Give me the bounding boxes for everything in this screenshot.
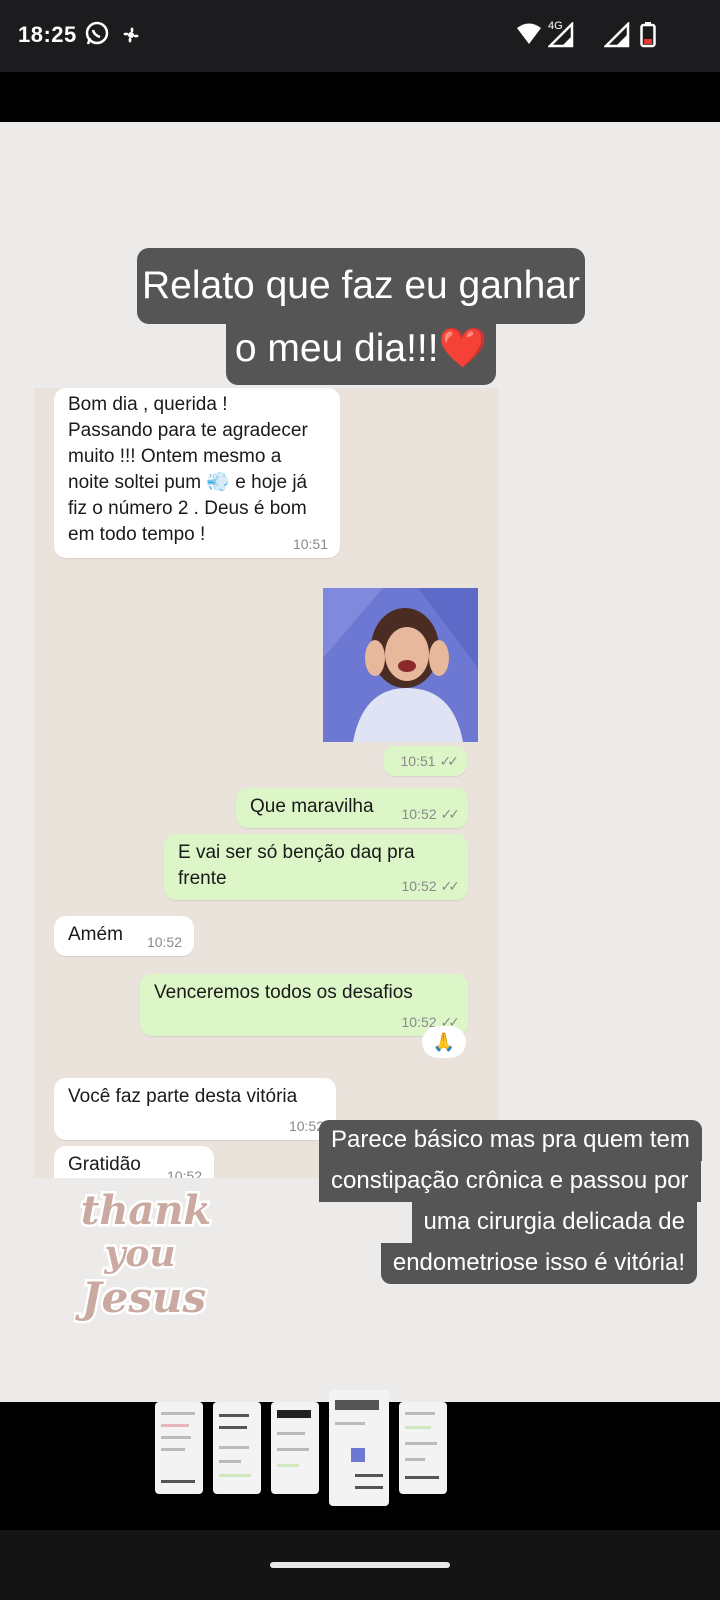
caption-title-line1: Relato que faz eu ganhar (137, 248, 585, 324)
message-text: Você faz parte desta vitória (68, 1086, 298, 1107)
top-band (0, 72, 720, 122)
caption-title-line2: o meu dia!!!❤️ (226, 315, 496, 385)
story-thumbnail[interactable] (213, 1402, 261, 1494)
message-bubble-incoming: Amém 10:52 (54, 916, 194, 956)
message-bubble-outgoing: E vai ser só benção daq pra frente 10:52… (164, 834, 468, 900)
sticker-word: Jesus (75, 1273, 206, 1322)
message-text: Amém (68, 924, 123, 945)
message-bubble-outgoing: 10:51 ✓✓ (383, 746, 467, 776)
message-image (323, 588, 478, 742)
message-bubble-outgoing: Venceremos todos os desafios 10:52 ✓✓ (140, 974, 468, 1036)
story-thumbnails (0, 1390, 720, 1530)
caption-line: Parece básico mas pra quem tem (319, 1120, 702, 1161)
message-text: Venceremos todos os desafios (154, 982, 413, 1003)
message-time: 10:52 (146, 934, 182, 950)
story-thumbnail[interactable] (155, 1402, 203, 1494)
message-bubble-incoming: Bom dia , querida ! Passando para te agr… (54, 388, 340, 558)
message-bubble-outgoing: Que maravilha 10:52 ✓✓ (236, 788, 468, 828)
message-time: 10:51 (292, 536, 328, 552)
story-thumbnail[interactable] (399, 1402, 447, 1494)
message-text: Gratidão (68, 1154, 141, 1175)
message-time: 10:52 (166, 1168, 202, 1178)
battery-low-icon (640, 22, 656, 53)
thank-you-jesus-sticker: thank you Jesus (72, 1182, 214, 1332)
read-ticks-icon: ✓✓ (440, 878, 461, 894)
caption-bottom: Parece básico mas pra quem tem constipaç… (319, 1120, 702, 1284)
story-canvas[interactable]: Relato que faz eu ganhar o meu dia!!!❤️ … (0, 122, 720, 1402)
message-time: 10:52 (401, 806, 437, 822)
read-ticks-icon: ✓✓ (439, 753, 460, 769)
message-text: Bom dia , querida ! Passando para te agr… (68, 394, 308, 545)
caption-line: endometriose isso é vitória! (380, 1243, 697, 1284)
home-gesture-bar[interactable] (270, 1562, 450, 1568)
fan-icon (120, 24, 142, 51)
status-time: 18:25 (18, 22, 77, 47)
read-ticks-icon: ✓✓ (440, 806, 461, 822)
caption-line: constipação crônica e passou por (319, 1161, 701, 1202)
navigation-bar (0, 1530, 720, 1600)
sticker-word: you (103, 1233, 175, 1275)
signal-icon (602, 20, 630, 53)
message-time: 10:52 (401, 878, 437, 894)
wifi-icon (516, 22, 542, 51)
signal-icon (546, 20, 574, 53)
story-thumbnail-active[interactable] (329, 1390, 389, 1506)
sticker-word: thank (81, 1187, 211, 1234)
whatsapp-icon (84, 20, 110, 51)
chat-screenshot: Bom dia , querida ! Passando para te agr… (34, 388, 498, 1178)
message-bubble-incoming: Você faz parte desta vitória 10:52 (54, 1078, 336, 1140)
message-bubble-incoming: Gratidão 10:52 (54, 1146, 214, 1178)
caption-line: uma cirurgia delicada de (411, 1202, 697, 1243)
message-time: 10:51 (400, 753, 436, 769)
message-text: E vai ser só benção daq pra frente (178, 842, 415, 889)
reaction-emoji: 🙏 (422, 1026, 466, 1058)
status-bar: 18:25 4G (0, 0, 720, 72)
story-thumbnail[interactable] (271, 1402, 319, 1494)
message-text: Que maravilha (250, 796, 374, 817)
